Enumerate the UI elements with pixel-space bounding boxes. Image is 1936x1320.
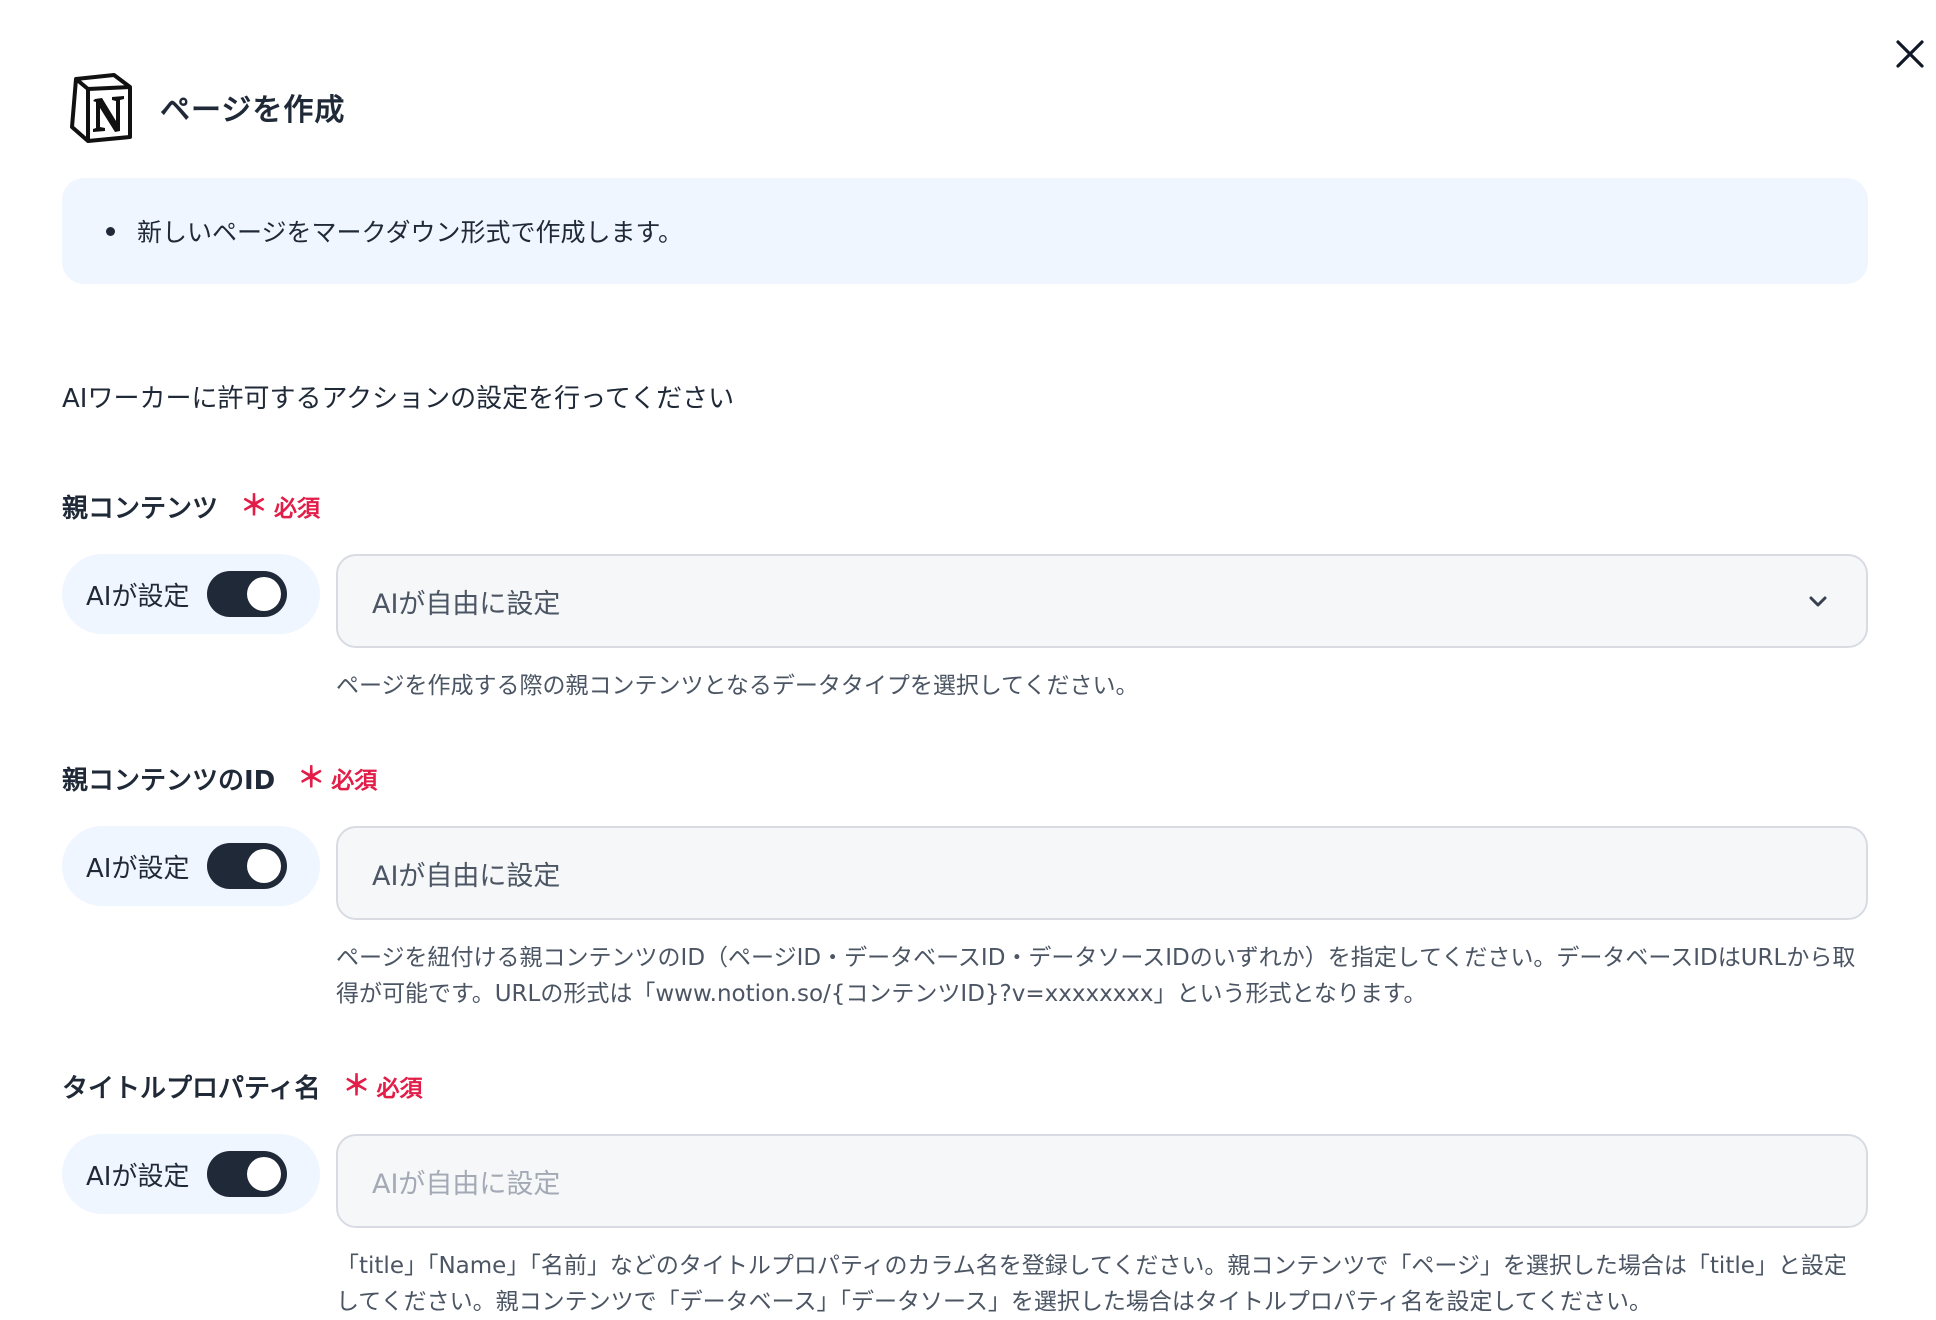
ai-setting-label: AIが設定 xyxy=(86,581,190,612)
ai-setting-label: AIが設定 xyxy=(86,1161,190,1192)
field-label: 親コンテンツ ＊ 必須 xyxy=(62,486,1868,526)
toggle-knob xyxy=(247,577,282,611)
create-page-dialog: ページを作成 新しいページをマークダウン形式で作成します。 AIワーカーに許可す… xyxy=(0,0,1936,1320)
field-row: AIが設定 AIが自由に設定 ページを紐付ける親コンテンツのID（ページID・デ… xyxy=(62,826,1868,1012)
required-star-icon: ＊ xyxy=(240,489,269,522)
toggle-knob xyxy=(247,849,282,883)
required-badge: ＊ 必須 xyxy=(240,489,320,523)
input-column: AIが自由に設定 「title」「Name」「名前」などのタイトルプロパティのカ… xyxy=(336,1134,1868,1320)
input-placeholder: AIが自由に設定 xyxy=(372,1168,561,1200)
select-value: AIが自由に設定 xyxy=(372,588,561,620)
parent-content-id-input[interactable]: AIが自由に設定 xyxy=(336,826,1868,920)
required-badge: ＊ 必須 xyxy=(342,1069,422,1103)
toggle-knob xyxy=(247,1157,282,1191)
field-parent-content: 親コンテンツ ＊ 必須 AIが設定 AIが自由に設定 ページを作成する際の親コン… xyxy=(62,486,1868,704)
field-row: AIが設定 AIが自由に設定 「title」「Name」「名前」などのタイトルプ… xyxy=(62,1134,1868,1320)
field-title-property-name: タイトルプロパティ名 ＊ 必須 AIが設定 AIが自由に設定 「title」「N… xyxy=(62,1066,1868,1320)
field-help-text: ページを紐付ける親コンテンツのID（ページID・データベースID・データソースI… xyxy=(336,945,1856,1007)
close-icon xyxy=(1896,40,1924,68)
field-row: AIが設定 AIが自由に設定 ページを作成する際の親コンテンツとなるデータタイプ… xyxy=(62,554,1868,704)
input-value: AIが自由に設定 xyxy=(372,860,561,892)
input-column: AIが自由に設定 ページを作成する際の親コンテンツとなるデータタイプを選択してく… xyxy=(336,554,1868,704)
field-label-text: 親コンテンツ xyxy=(62,493,219,524)
info-list-item: 新しいページをマークダウン形式で作成します。 xyxy=(106,213,683,249)
parent-content-select[interactable]: AIが自由に設定 xyxy=(336,554,1868,648)
input-column: AIが自由に設定 ページを紐付ける親コンテンツのID（ページID・データベースI… xyxy=(336,826,1868,1012)
page-title: ページを作成 xyxy=(160,93,346,128)
bullet-icon xyxy=(106,226,115,236)
field-label-text: 親コンテンツのID xyxy=(62,765,276,796)
ai-setting-toggle[interactable] xyxy=(207,1151,288,1197)
dialog-header: ページを作成 xyxy=(68,70,345,144)
title-property-name-input[interactable]: AIが自由に設定 xyxy=(336,1134,1868,1228)
required-text: 必須 xyxy=(274,496,321,522)
ai-setting-pill: AIが設定 xyxy=(62,826,320,906)
ai-setting-pill: AIが設定 xyxy=(62,1134,320,1214)
field-label-text: タイトルプロパティ名 xyxy=(62,1073,321,1104)
field-help-text: ページを作成する際の親コンテンツとなるデータタイプを選択してください。 xyxy=(336,673,1139,699)
field-label: タイトルプロパティ名 ＊ 必須 xyxy=(62,1066,1868,1106)
ai-setting-label: AIが設定 xyxy=(86,853,190,884)
close-button[interactable] xyxy=(1888,32,1932,76)
required-text: 必須 xyxy=(376,1076,423,1102)
required-star-icon: ＊ xyxy=(297,761,326,794)
required-text: 必須 xyxy=(331,768,378,794)
info-box: 新しいページをマークダウン形式で作成します。 xyxy=(62,178,1868,284)
required-badge: ＊ 必須 xyxy=(297,761,377,795)
ai-setting-toggle[interactable] xyxy=(207,571,288,617)
field-help-text: 「title」「Name」「名前」などのタイトルプロパティのカラム名を登録してく… xyxy=(336,1253,1847,1315)
info-list: 新しいページをマークダウン形式で作成します。 xyxy=(106,213,683,249)
chevron-down-icon xyxy=(1809,596,1827,607)
field-parent-content-id: 親コンテンツのID ＊ 必須 AIが設定 AIが自由に設定 ページを紐付ける親コ… xyxy=(62,758,1868,1012)
ai-setting-pill: AIが設定 xyxy=(62,554,320,634)
instruction-text: AIワーカーに許可するアクションの設定を行ってください xyxy=(62,384,735,414)
required-star-icon: ＊ xyxy=(342,1069,371,1102)
ai-setting-toggle[interactable] xyxy=(207,843,288,889)
field-label: 親コンテンツのID ＊ 必須 xyxy=(62,758,1868,798)
info-text: 新しいページをマークダウン形式で作成します。 xyxy=(137,218,684,247)
notion-logo xyxy=(70,73,132,143)
